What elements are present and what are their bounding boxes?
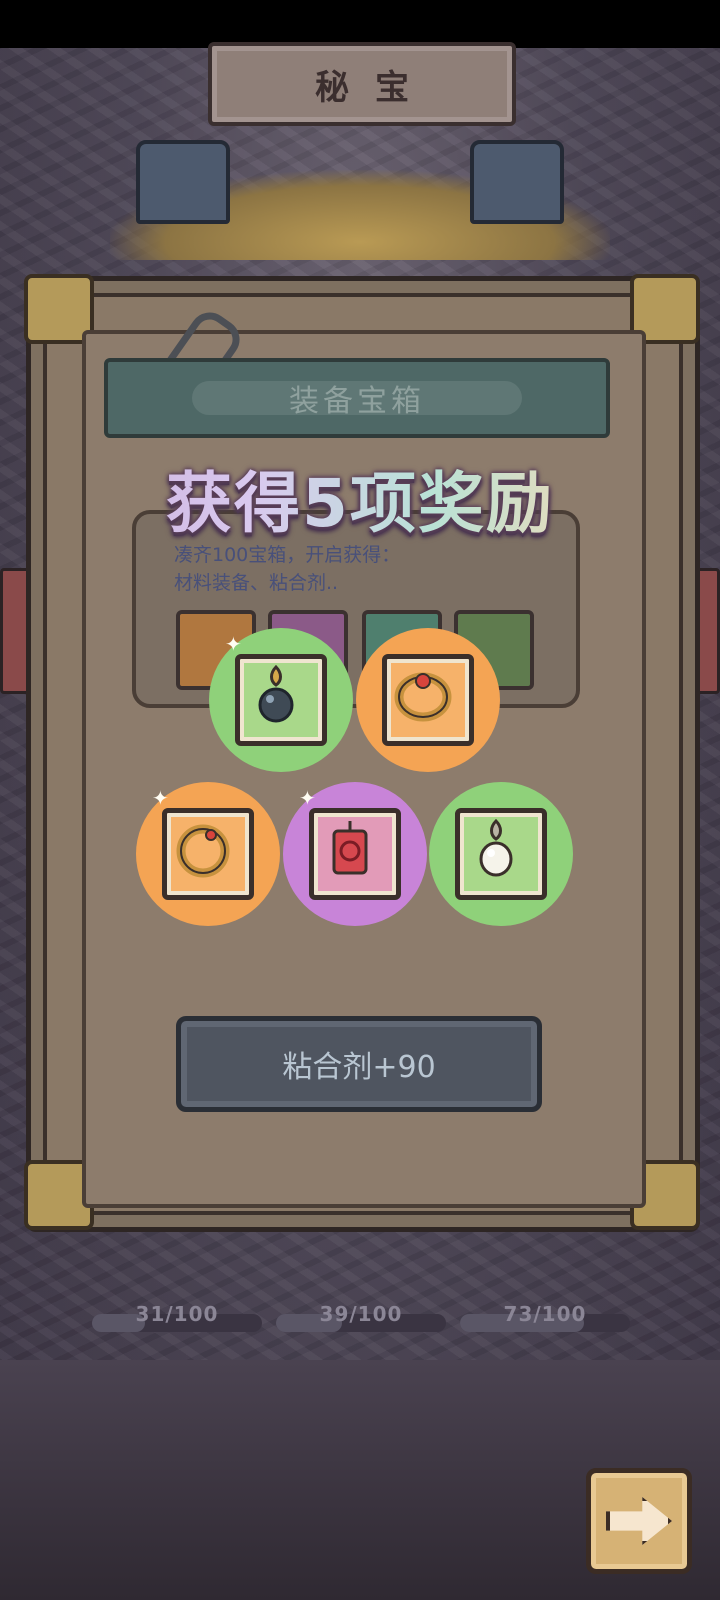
chest-progress-3: 73/100 (460, 1302, 630, 1342)
chest-icon (136, 140, 230, 224)
arrow-right-icon (606, 1497, 672, 1545)
ring-icon (394, 672, 452, 722)
pendant-icon (258, 664, 294, 723)
reward-banner: 获得5项奖励 (0, 450, 720, 546)
glue-reward-label: 粘合剂+90 (282, 1050, 436, 1085)
board-header: 装备宝箱 (104, 358, 610, 438)
reward-black-pearl-pendant[interactable]: ✦ (209, 628, 353, 772)
ring-icon (176, 824, 230, 878)
info-line-2: 材料装备、粘合剂.. (174, 572, 339, 594)
chest-progress-2: 39/100 (276, 1302, 446, 1342)
next-button[interactable] (586, 1468, 692, 1574)
sparkle-icon: ✦ (225, 632, 242, 656)
chest-progress-1: 31/100 (92, 1302, 262, 1342)
page-title: 秘宝 (208, 42, 516, 126)
status-bar (0, 0, 720, 48)
reward-rune-tag-amulet[interactable]: ✦ (283, 782, 427, 926)
glue-reward-button[interactable]: 粘合剂+90 (176, 1016, 542, 1112)
pendant-icon (479, 818, 513, 877)
chest-icon (470, 140, 564, 224)
reward-orange-ruby-ring[interactable] (356, 628, 500, 772)
reward-white-pearl-pendant[interactable] (429, 782, 573, 926)
board-title: 装备宝箱 (289, 384, 425, 419)
reward-gold-ring[interactable]: ✦ (136, 782, 280, 926)
amulet-icon (332, 821, 368, 875)
sparkle-icon: ✦ (299, 786, 316, 810)
sparkle-icon: ✦ (152, 786, 169, 810)
